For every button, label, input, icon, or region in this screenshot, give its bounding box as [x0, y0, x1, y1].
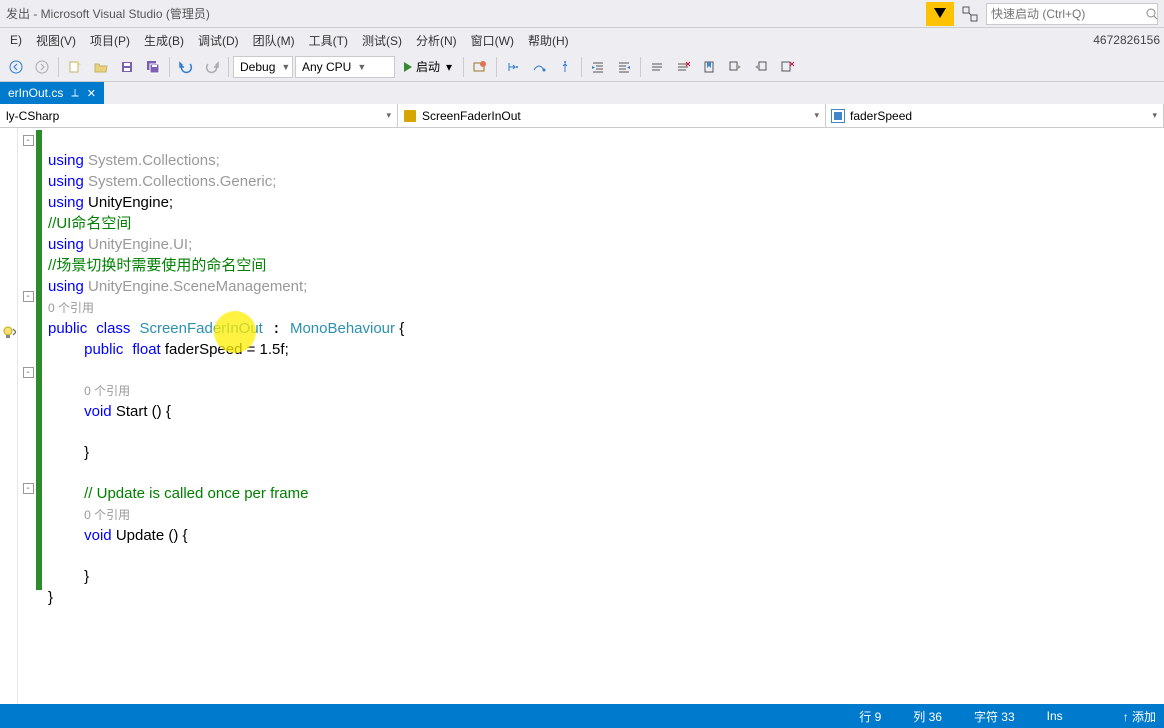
- save-icon[interactable]: [115, 55, 139, 79]
- forward-icon[interactable]: [30, 55, 54, 79]
- bk-prev-icon[interactable]: [749, 55, 773, 79]
- config-combo[interactable]: Debug▼: [233, 56, 293, 78]
- status-char: 字符 33: [974, 708, 1015, 725]
- menu-item[interactable]: 分析(N): [410, 30, 463, 51]
- highlight-marker: [214, 311, 256, 353]
- field-icon: [832, 110, 844, 122]
- bookmark-icon[interactable]: [697, 55, 721, 79]
- status-add[interactable]: ↑ 添加: [1123, 708, 1156, 725]
- platform-combo[interactable]: Any CPU▼: [295, 56, 395, 78]
- pin-icon[interactable]: ⟂: [71, 87, 78, 100]
- tool-icon[interactable]: [468, 55, 492, 79]
- stepout-icon[interactable]: [553, 55, 577, 79]
- menu-item[interactable]: 视图(V): [30, 30, 82, 51]
- open-icon[interactable]: [89, 55, 113, 79]
- status-line: 行 9: [859, 708, 881, 725]
- menu-item[interactable]: 测试(S): [356, 30, 408, 51]
- nav-class[interactable]: ScreenFaderInOut▾: [398, 104, 826, 127]
- status-bar: 行 9 列 36 字符 33 Ins ↑ 添加: [0, 704, 1164, 728]
- fold-minus-icon[interactable]: -: [23, 367, 34, 378]
- nav-project[interactable]: ly-CSharp▾: [0, 104, 398, 127]
- menu-bar: E) 视图(V) 项目(P) 生成(B) 调试(D) 团队(M) 工具(T) 测…: [0, 28, 1164, 52]
- comment-icon[interactable]: [645, 55, 669, 79]
- uncomment-icon[interactable]: [671, 55, 695, 79]
- code-area[interactable]: using System.Collections; using System.C…: [38, 128, 1164, 704]
- quick-launch[interactable]: [986, 3, 1158, 25]
- redo-icon[interactable]: [200, 55, 224, 79]
- play-icon: [404, 62, 412, 72]
- new-icon[interactable]: [63, 55, 87, 79]
- margin: [0, 128, 18, 704]
- indent-icon[interactable]: [586, 55, 610, 79]
- saveall-icon[interactable]: [141, 55, 165, 79]
- window-title: 发出 - Microsoft Visual Studio (管理员): [6, 5, 210, 22]
- close-icon[interactable]: ✕: [87, 87, 96, 100]
- bk-clear-icon[interactable]: [775, 55, 799, 79]
- fold-minus-icon[interactable]: -: [23, 135, 34, 146]
- menu-item[interactable]: 工具(T): [303, 30, 354, 51]
- status-col: 列 36: [913, 708, 942, 725]
- fold-column[interactable]: - - - -: [18, 128, 38, 704]
- editor[interactable]: - - - - using System.Collections; using …: [0, 128, 1164, 704]
- search-icon: [1146, 8, 1158, 20]
- fold-minus-icon[interactable]: -: [23, 483, 34, 494]
- class-icon: [404, 110, 416, 122]
- status-ins: Ins: [1047, 709, 1063, 723]
- nav-member[interactable]: faderSpeed▾: [826, 104, 1164, 127]
- tab-bar: erInOut.cs ⟂ ✕: [0, 82, 1164, 104]
- back-icon[interactable]: [4, 55, 28, 79]
- menu-right-text: 4672826156: [1093, 33, 1160, 47]
- menu-item[interactable]: 生成(B): [138, 30, 190, 51]
- tab-label: erInOut.cs: [8, 86, 63, 100]
- toolbar: Debug▼ Any CPU▼ 启动▾: [0, 52, 1164, 82]
- menu-item[interactable]: 项目(P): [84, 30, 136, 51]
- title-bar: 发出 - Microsoft Visual Studio (管理员): [0, 0, 1164, 28]
- menu-item[interactable]: E): [4, 31, 28, 49]
- quick-launch-input[interactable]: [991, 7, 1146, 21]
- tab-file[interactable]: erInOut.cs ⟂ ✕: [0, 82, 104, 104]
- fold-minus-icon[interactable]: -: [23, 291, 34, 302]
- lightbulb-icon[interactable]: [2, 326, 16, 340]
- menu-item[interactable]: 调试(D): [192, 30, 245, 51]
- menu-item[interactable]: 帮助(H): [522, 30, 575, 51]
- feedback-icon[interactable]: [958, 2, 982, 26]
- step-icon[interactable]: [501, 55, 525, 79]
- menu-item[interactable]: 团队(M): [247, 30, 301, 51]
- menu-item[interactable]: 窗口(W): [465, 30, 520, 51]
- undo-icon[interactable]: [174, 55, 198, 79]
- run-button[interactable]: 启动▾: [397, 55, 459, 79]
- notification-icon[interactable]: [926, 2, 954, 26]
- stepover-icon[interactable]: [527, 55, 551, 79]
- nav-bar: ly-CSharp▾ ScreenFaderInOut▾ faderSpeed▾: [0, 104, 1164, 128]
- outdent-icon[interactable]: [612, 55, 636, 79]
- bk-next-icon[interactable]: [723, 55, 747, 79]
